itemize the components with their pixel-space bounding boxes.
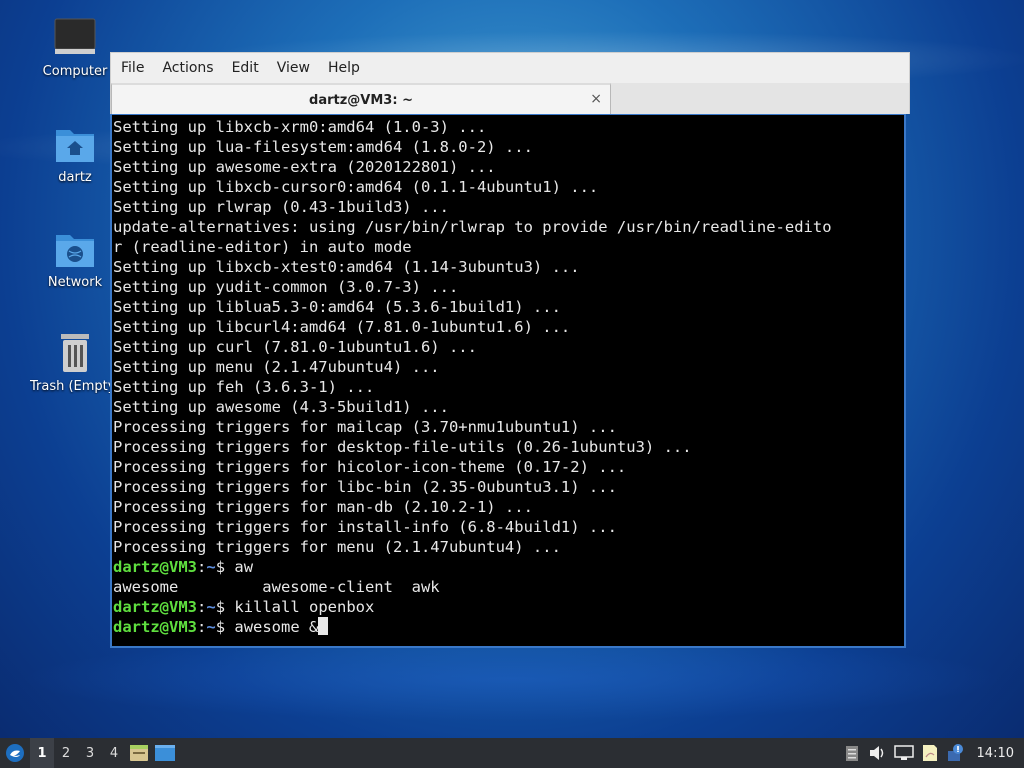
computer-icon	[53, 16, 97, 60]
desktop-icon-label: Trash (Empty)	[30, 379, 120, 394]
update-notifier-icon	[947, 744, 963, 761]
completion-line: awesome awesome-client awk	[113, 578, 440, 596]
system-tray: 14:10	[839, 738, 1024, 768]
show-desktop-button[interactable]	[152, 738, 178, 768]
terminal-output-line: Setting up lua-filesystem:amd64 (1.8.0-2…	[113, 138, 533, 156]
desktop-icon-label: Computer	[42, 64, 108, 79]
terminal-output-line: Processing triggers for hicolor-icon-the…	[113, 458, 627, 476]
network-folder-icon	[53, 227, 97, 271]
clipboard-icon	[845, 746, 858, 761]
network-icon	[893, 745, 914, 760]
terminal-output-line: Processing triggers for install-info (6.…	[113, 518, 617, 536]
terminal-output-line: Setting up awesome (4.3-5build1) ...	[113, 398, 449, 416]
workspace-4[interactable]: 4	[102, 738, 126, 768]
tray-item-clipboard[interactable]	[839, 738, 865, 768]
terminal-output-line: Setting up libxcb-xrm0:amd64 (1.0-3) ...	[113, 118, 487, 136]
terminal-output-line: Processing triggers for mailcap (3.70+nm…	[113, 418, 617, 436]
terminal-output-line: Setting up yudit-common (3.0.7-3) ...	[113, 278, 459, 296]
trash-icon	[53, 331, 97, 375]
start-menu-button[interactable]	[0, 738, 30, 768]
desktop-icon-home[interactable]: dartz	[30, 122, 120, 185]
tray-item-volume[interactable]	[865, 738, 891, 768]
terminal-output-line: r (readline-editor) in auto mode	[113, 238, 412, 256]
desktop-icon-label: dartz	[58, 170, 92, 185]
menu-view[interactable]: View	[269, 60, 318, 76]
tray-item-network[interactable]	[891, 738, 917, 768]
terminal-output-line: Setting up libxcb-xtest0:amd64 (1.14-3ub…	[113, 258, 580, 276]
file-manager-launcher[interactable]	[126, 738, 152, 768]
prompt-dollar: $	[215, 598, 235, 616]
terminal-output-line: Processing triggers for libc-bin (2.35-0…	[113, 478, 617, 496]
prompt-user: dartz@VM3	[113, 558, 197, 576]
prompt-sep: :	[197, 598, 207, 616]
prompt-line: dartz@VM3:~$ aw	[113, 557, 904, 577]
desktop-icon-network[interactable]: Network	[30, 227, 120, 290]
terminal-output-line: Processing triggers for desktop-file-uti…	[113, 438, 692, 456]
desktop-icon-trash[interactable]: Trash (Empty)	[30, 331, 120, 394]
taskbar: 1 2 3 4 14:10	[0, 738, 1024, 768]
prompt-dollar: $	[215, 618, 235, 636]
lubuntu-logo-icon	[6, 744, 24, 762]
volume-icon	[869, 746, 883, 760]
terminal-output-line: Processing triggers for menu (2.1.47ubun…	[113, 538, 561, 556]
command-text: awesome &	[234, 618, 319, 636]
prompt-dollar: $	[215, 558, 235, 576]
terminal-output: Setting up libxcb-xrm0:amd64 (1.0-3) ...…	[113, 117, 904, 557]
prompt-path: ~	[206, 558, 216, 576]
terminal-output-line: Setting up libxcb-cursor0:amd64 (0.1.1-4…	[113, 178, 599, 196]
workspace-2[interactable]: 2	[54, 738, 78, 768]
tray-item-updates[interactable]	[943, 738, 969, 768]
menu-edit[interactable]: Edit	[224, 60, 267, 76]
terminal-output-line: Setting up libcurl4:amd64 (7.81.0-1ubunt…	[113, 318, 571, 336]
workspace-1[interactable]: 1	[30, 738, 54, 768]
desktop-icon-label: Network	[47, 275, 103, 290]
tray-item-notes[interactable]	[917, 738, 943, 768]
terminal-output-line: Setting up menu (2.1.47ubuntu4) ...	[113, 358, 440, 376]
notes-icon	[922, 745, 937, 761]
terminal-screen[interactable]: Setting up libxcb-xrm0:amd64 (1.0-3) ...…	[110, 114, 906, 648]
menu-file[interactable]: File	[113, 60, 152, 76]
menu-actions[interactable]: Actions	[154, 60, 221, 76]
prompt-user: dartz@VM3	[113, 618, 197, 636]
tab-title: dartz@VM3: ~	[309, 92, 413, 108]
clock[interactable]: 14:10	[969, 746, 1024, 761]
desktop: Computer dartz Network Trash (Empty) Fil…	[0, 0, 1024, 738]
text-cursor	[318, 617, 329, 635]
prompt-line: dartz@VM3:~$ killall openbox	[113, 597, 904, 617]
tab-bar: dartz@VM3: ~ ×	[110, 83, 910, 115]
terminal-output-line: Setting up curl (7.81.0-1ubuntu1.6) ...	[113, 338, 477, 356]
terminal-menubar: File Actions Edit View Help	[110, 52, 910, 83]
command-text: aw	[234, 558, 254, 576]
terminal-output-line: Setting up awesome-extra (2020122801) ..…	[113, 158, 496, 176]
terminal-output-line: Processing triggers for man-db (2.10.2-1…	[113, 498, 533, 516]
prompt-sep: :	[197, 558, 207, 576]
terminal-output-line: Setting up liblua5.3-0:amd64 (5.3.6-1bui…	[113, 298, 561, 316]
desktop-icon	[155, 745, 175, 761]
prompt-user: dartz@VM3	[113, 598, 197, 616]
desktop-icon-computer[interactable]: Computer	[30, 16, 120, 79]
file-manager-icon	[130, 745, 148, 761]
terminal-tab[interactable]: dartz@VM3: ~ ×	[111, 83, 611, 115]
menu-help[interactable]: Help	[320, 60, 368, 76]
prompt-sep: :	[197, 618, 207, 636]
workspace-3[interactable]: 3	[78, 738, 102, 768]
terminal-output-line: Setting up feh (3.6.3-1) ...	[113, 378, 375, 396]
prompt-path: ~	[206, 598, 216, 616]
terminal-window: File Actions Edit View Help dartz@VM3: ~…	[110, 52, 910, 652]
home-folder-icon	[53, 122, 97, 166]
close-icon[interactable]: ×	[590, 91, 602, 107]
prompt-line: dartz@VM3:~$ awesome &	[113, 617, 904, 637]
terminal-output-line: Setting up rlwrap (0.43-1build3) ...	[113, 198, 449, 216]
command-text: killall openbox	[234, 598, 375, 616]
prompt-path: ~	[206, 618, 216, 636]
terminal-output-line: update-alternatives: using /usr/bin/rlwr…	[113, 218, 832, 236]
